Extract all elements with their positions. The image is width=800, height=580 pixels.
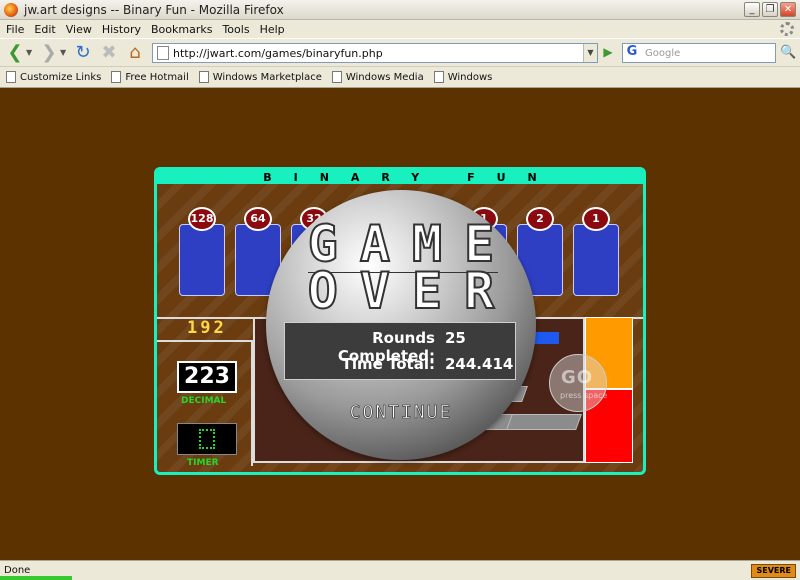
url-text[interactable]: http://jwart.com/games/binaryfun.php xyxy=(173,47,383,60)
continue-button[interactable]: CONTINUE xyxy=(266,402,536,424)
bit-badge-128: 128 xyxy=(188,207,216,231)
game-title: BINARY FUN xyxy=(263,170,559,184)
decimal-label: DECIMAL xyxy=(181,396,227,406)
minimize-button[interactable]: _ xyxy=(744,2,760,17)
firefox-logo-icon xyxy=(4,2,18,17)
binary-display: 192 xyxy=(187,318,227,338)
throbber-icon xyxy=(780,22,794,36)
decimal-value-display: 223 xyxy=(177,361,237,393)
google-icon[interactable]: G xyxy=(623,44,641,62)
game-header: BINARY FUN xyxy=(157,170,643,184)
status-bar: Done SEVERE xyxy=(0,560,800,580)
game-over-line2: OVER xyxy=(307,261,517,321)
menu-file[interactable]: File xyxy=(6,23,24,36)
bookmark-customize-links[interactable]: Customize Links xyxy=(6,71,101,83)
bit-card-1[interactable] xyxy=(573,224,619,296)
binary-fun-game[interactable]: BINARY FUN 128 64 32 1 2 1 192 223 DECIM… xyxy=(154,167,646,475)
bookmark-label: Windows xyxy=(447,71,493,83)
url-dropdown-icon[interactable]: ▼ xyxy=(583,44,597,62)
go-arrow-icon[interactable]: ▶ xyxy=(600,45,616,61)
reload-button[interactable]: ↻ xyxy=(72,42,94,64)
timer-digit-icon xyxy=(199,429,215,449)
menu-bookmarks[interactable]: Bookmarks xyxy=(151,23,212,36)
security-badge[interactable]: SEVERE xyxy=(751,564,796,578)
forward-button[interactable]: ❯ xyxy=(38,42,60,64)
status-text: Done xyxy=(4,565,31,576)
menu-view[interactable]: View xyxy=(66,23,92,36)
home-button[interactable]: ⌂ xyxy=(124,42,146,64)
search-icon[interactable]: 🔍 xyxy=(780,45,796,61)
bookmark-label: Free Hotmail xyxy=(125,71,189,83)
menu-tools[interactable]: Tools xyxy=(222,23,249,36)
bit-badge-1: 1 xyxy=(582,207,610,231)
bookmark-label: Windows Media xyxy=(345,71,424,83)
bookmark-label: Windows Marketplace xyxy=(212,71,322,83)
bookmark-windows[interactable]: Windows xyxy=(433,71,493,83)
bookmark-label: Customize Links xyxy=(20,71,102,83)
bookmark-windows-media[interactable]: Windows Media xyxy=(331,71,424,83)
search-input[interactable]: Google xyxy=(645,48,680,59)
time-value: 244.414 xyxy=(445,355,514,373)
search-box[interactable]: G Google xyxy=(622,43,776,63)
forward-history-dropdown-icon[interactable]: ▼ xyxy=(60,48,68,57)
menu-edit[interactable]: Edit xyxy=(34,23,55,36)
menu-bar: File Edit View History Bookmarks Tools H… xyxy=(0,20,800,38)
page-content: BINARY FUN 128 64 32 1 2 1 192 223 DECIM… xyxy=(0,88,800,560)
rounds-value: 25 xyxy=(445,329,466,347)
go-hint: press space xyxy=(560,391,608,400)
window-controls: _ ❐ ✕ xyxy=(744,2,796,17)
stop-button[interactable]: ✖ xyxy=(98,42,120,64)
go-label: GO xyxy=(561,367,594,388)
url-bar[interactable]: http://jwart.com/games/binaryfun.php ▼ xyxy=(152,43,598,63)
menu-help[interactable]: Help xyxy=(260,23,285,36)
bookmark-page-icon xyxy=(198,71,209,83)
back-history-dropdown-icon[interactable]: ▼ xyxy=(26,48,34,57)
status-progress xyxy=(0,576,72,580)
menu-history[interactable]: History xyxy=(102,23,141,36)
timer-label: TIMER xyxy=(187,458,219,468)
bookmark-page-icon xyxy=(331,71,342,83)
bookmark-free-hotmail[interactable]: Free Hotmail xyxy=(111,71,189,83)
bookmark-page-icon xyxy=(111,71,122,83)
close-button[interactable]: ✕ xyxy=(780,2,796,17)
page-icon xyxy=(157,46,169,60)
navigation-toolbar: ❮ ▼ ❯ ▼ ↻ ✖ ⌂ http://jwart.com/games/bin… xyxy=(0,38,800,66)
back-button[interactable]: ❮ xyxy=(4,42,26,64)
game-over-dialog: GAME OVER Rounds Completed: 25 Time Tota… xyxy=(266,190,536,460)
window-title: jw.art designs -- Binary Fun - Mozilla F… xyxy=(24,2,284,17)
stats-box: Rounds Completed: 25 Time Total: 244.414 xyxy=(284,322,516,380)
restore-button[interactable]: ❐ xyxy=(762,2,778,17)
bookmark-page-icon xyxy=(6,71,16,83)
bit-card-128[interactable] xyxy=(179,224,225,296)
bookmark-page-icon xyxy=(433,71,444,83)
time-label: Time Total: xyxy=(341,355,435,373)
bookmark-windows-marketplace[interactable]: Windows Marketplace xyxy=(198,71,322,83)
bookmarks-toolbar: Customize Links Free Hotmail Windows Mar… xyxy=(0,66,800,88)
title-bar: jw.art designs -- Binary Fun - Mozilla F… xyxy=(0,0,800,20)
